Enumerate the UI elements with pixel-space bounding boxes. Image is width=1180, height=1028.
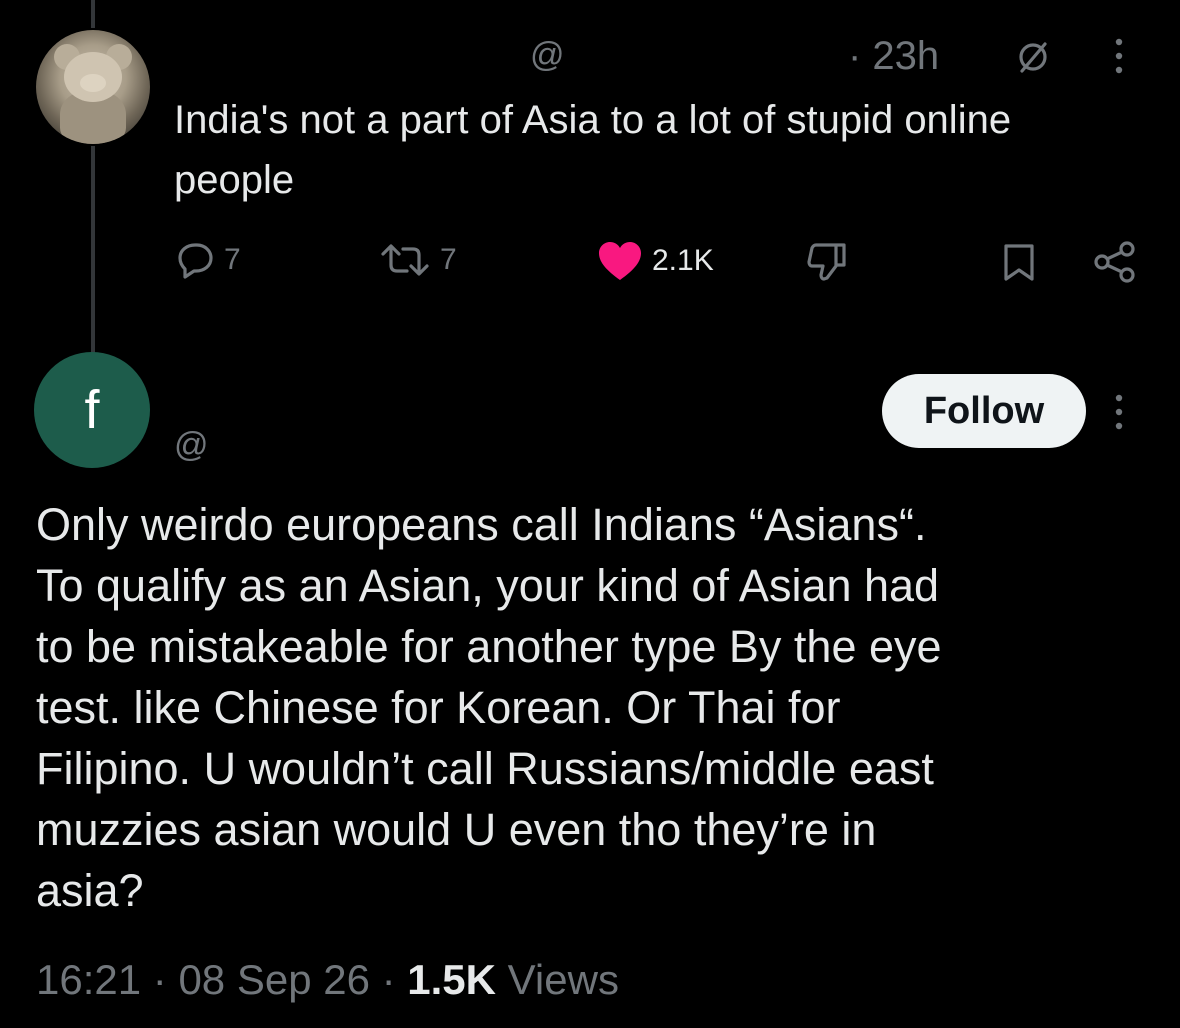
avatar[interactable] (36, 30, 150, 144)
like-count: 2.1K (652, 244, 714, 277)
reply-button[interactable]: 7 (174, 240, 241, 280)
repost-icon (381, 244, 429, 276)
bookmark-icon (1004, 244, 1034, 281)
repost-button[interactable]: 7 (378, 240, 457, 280)
dislike-button[interactable] (806, 240, 850, 282)
avatar[interactable]: f (34, 352, 150, 468)
post-text: Only weirdo europeans call Indians “Asia… (36, 499, 942, 916)
grok-icon[interactable] (1016, 40, 1050, 74)
user-handle[interactable]: @ (530, 36, 565, 75)
follow-button[interactable]: Follow (882, 374, 1086, 448)
more-icon[interactable] (1112, 36, 1126, 76)
repost-count: 7 (440, 243, 457, 276)
separator-dot: · (152, 956, 179, 1003)
post-date[interactable]: 08 Sep 26 (178, 956, 370, 1003)
views-count: 1.5K (407, 956, 496, 1003)
user-handle[interactable]: @ (174, 426, 209, 465)
avatar-letter: f (84, 380, 100, 440)
bookmark-button[interactable] (1000, 242, 1038, 282)
reply-icon (178, 243, 213, 279)
share-icon (1094, 241, 1135, 283)
post-time[interactable]: · 23h (848, 34, 939, 79)
separator-dot: · (381, 956, 408, 1003)
post-metadata: 16:21 · 08 Sep 26 · 1.5K Views (36, 956, 619, 1004)
share-button[interactable] (1092, 240, 1138, 284)
like-button[interactable]: 2.1K (596, 240, 714, 282)
thread-connector (91, 146, 95, 356)
views-label: Views (507, 956, 619, 1003)
more-icon[interactable] (1112, 392, 1126, 432)
heart-icon (599, 242, 641, 280)
thread-connector-top (91, 0, 95, 28)
post-text: India's not a part of Asia to a lot of s… (174, 98, 1012, 202)
dislike-icon (807, 243, 846, 281)
post-time[interactable]: 16:21 (36, 956, 141, 1003)
reply-count: 7 (224, 243, 241, 276)
